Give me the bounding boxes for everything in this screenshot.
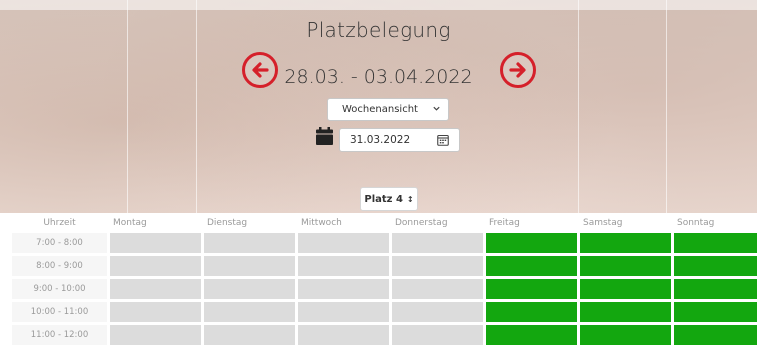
unavailable-slot xyxy=(392,279,483,299)
unavailable-slot xyxy=(298,325,389,345)
free-slot[interactable] xyxy=(674,302,757,322)
unavailable-slot xyxy=(110,325,201,345)
unavailable-slot xyxy=(298,279,389,299)
day-column-header: Donnerstag xyxy=(395,218,448,228)
week-date-range: 28.03. - 03.04.2022 xyxy=(284,66,473,88)
free-slot[interactable] xyxy=(486,233,577,253)
unavailable-slot xyxy=(392,256,483,276)
court-select-value: Platz 4 xyxy=(364,193,403,205)
free-slot[interactable] xyxy=(486,256,577,276)
sort-arrows-icon: ↕ xyxy=(406,194,414,204)
day-column-header: Dienstag xyxy=(207,218,248,228)
day-column-header: Freitag xyxy=(489,218,520,228)
unavailable-slot xyxy=(298,233,389,253)
day-column-header: Sonntag xyxy=(677,218,715,228)
time-slot-label: 7:00 - 8:00 xyxy=(12,233,107,253)
free-slot[interactable] xyxy=(674,233,757,253)
unavailable-slot xyxy=(204,302,295,322)
free-slot[interactable] xyxy=(674,325,757,345)
free-slot[interactable] xyxy=(486,279,577,299)
unavailable-slot xyxy=(204,233,295,253)
free-slot[interactable] xyxy=(674,256,757,276)
unavailable-slot xyxy=(204,325,295,345)
unavailable-slot xyxy=(204,279,295,299)
chevron-down-icon xyxy=(433,106,440,111)
court-select[interactable]: Platz 4 ↕ xyxy=(360,187,418,211)
time-slot-label: 9:00 - 10:00 xyxy=(12,279,107,299)
weekly-schedule-table: Uhrzeit Montag Dienstag Mittwoch Donnerstag F… xyxy=(12,213,757,348)
unavailable-slot xyxy=(392,325,483,345)
view-mode-value: Wochenansicht xyxy=(342,104,418,115)
time-column-header: Uhrzeit xyxy=(43,218,76,228)
free-slot[interactable] xyxy=(674,279,757,299)
unavailable-slot xyxy=(298,302,389,322)
unavailable-slot xyxy=(110,279,201,299)
free-slot[interactable] xyxy=(580,279,671,299)
unavailable-slot xyxy=(110,256,201,276)
free-slot[interactable] xyxy=(580,256,671,276)
unavailable-slot xyxy=(110,233,201,253)
day-column-header: Montag xyxy=(113,218,147,228)
unavailable-slot xyxy=(110,302,201,322)
time-slot-label: 8:00 - 9:00 xyxy=(12,256,107,276)
unavailable-slot xyxy=(392,233,483,253)
next-week-button[interactable] xyxy=(500,52,536,88)
free-slot[interactable] xyxy=(580,325,671,345)
calendar-icon xyxy=(316,127,333,145)
free-slot[interactable] xyxy=(580,302,671,322)
date-field-value: 31.03.2022 xyxy=(350,134,411,146)
time-slot-label: 11:00 - 12:00 xyxy=(12,325,107,345)
free-slot[interactable] xyxy=(486,325,577,345)
top-strip xyxy=(0,0,757,10)
arrow-right-icon xyxy=(509,62,526,78)
date-field[interactable]: 31.03.2022 xyxy=(339,128,460,152)
unavailable-slot xyxy=(298,256,389,276)
free-slot[interactable] xyxy=(580,233,671,253)
view-mode-select[interactable]: Wochenansicht xyxy=(327,98,449,121)
day-column-header: Mittwoch xyxy=(301,218,342,228)
date-picker-icon[interactable] xyxy=(437,134,449,146)
unavailable-slot xyxy=(392,302,483,322)
unavailable-slot xyxy=(204,256,295,276)
page-title: Platzbelegung xyxy=(306,18,451,42)
day-column-header: Samstag xyxy=(583,218,623,228)
free-slot[interactable] xyxy=(486,302,577,322)
time-slot-label: 10:00 - 11:00 xyxy=(12,302,107,322)
